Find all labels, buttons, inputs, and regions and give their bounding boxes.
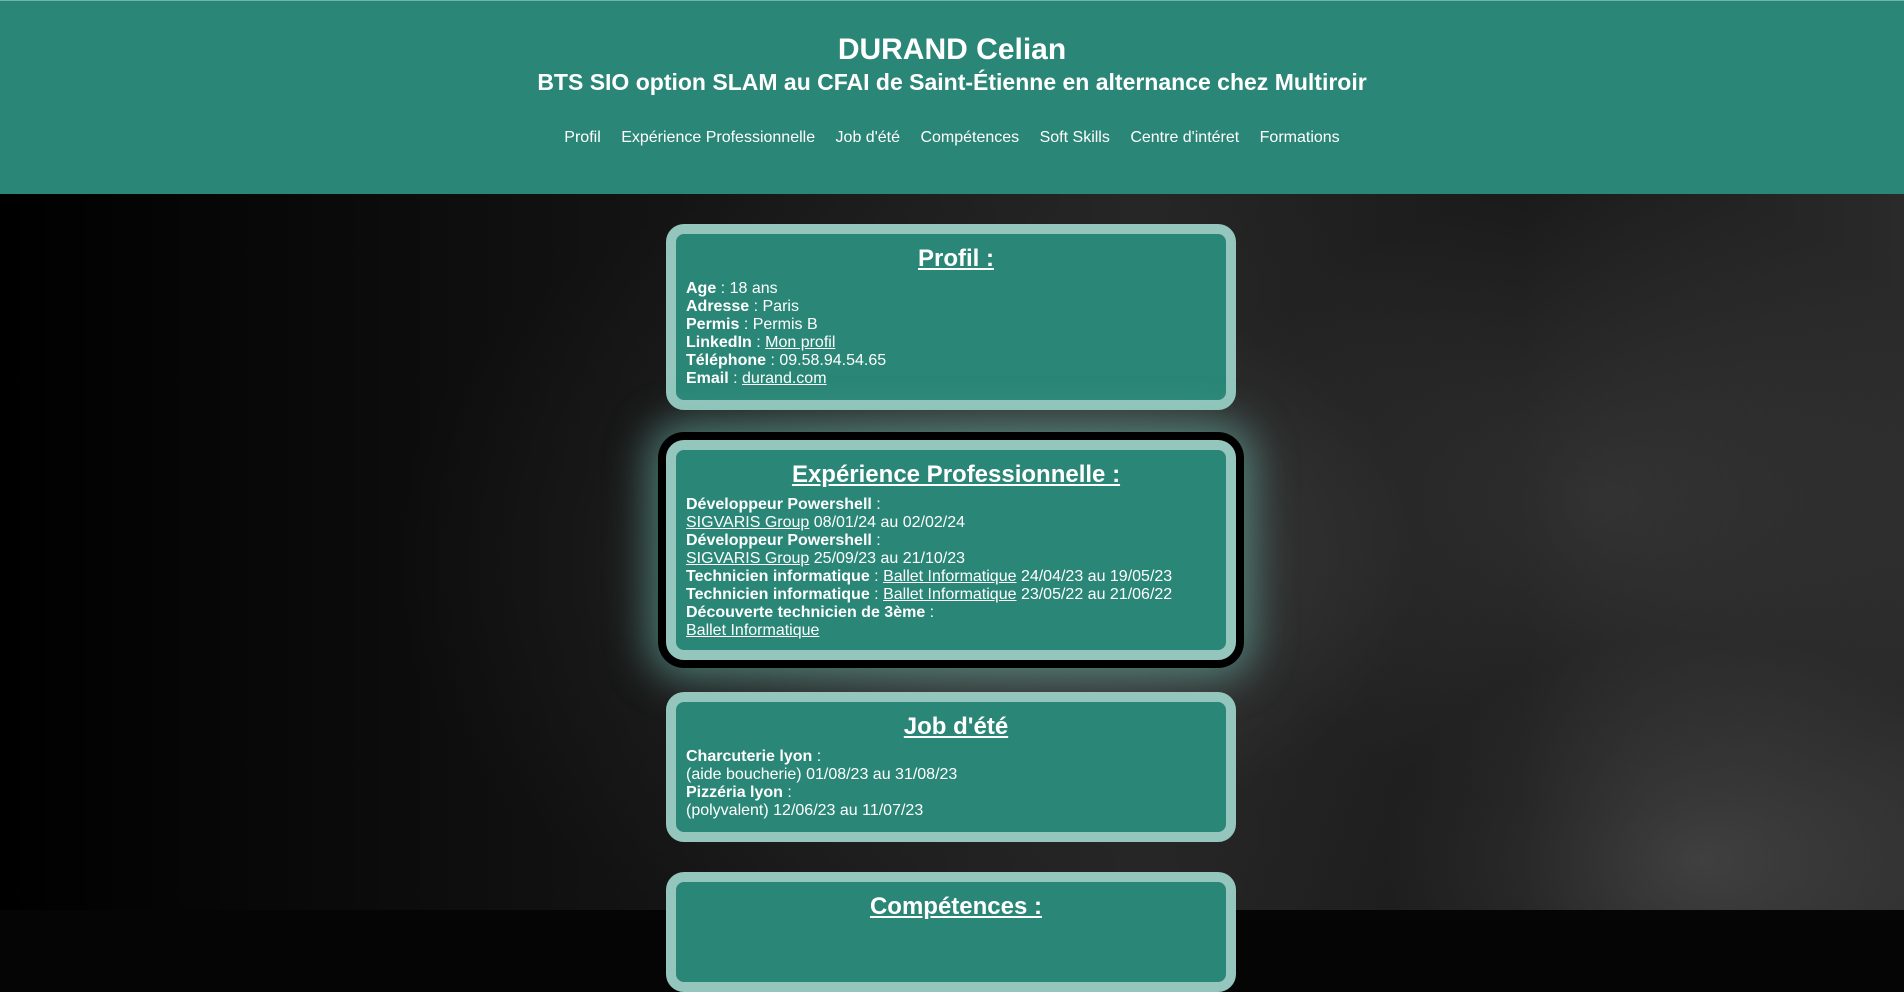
experience-card: Expérience Professionnelle : Développeur… (666, 440, 1236, 660)
adresse-row: Adresse : Paris (686, 298, 799, 315)
experience-dates: 08/01/24 au 02/02/24 (813, 514, 966, 531)
experience-dates: 24/04/23 au 19/05/23 (1020, 568, 1173, 585)
experience-item: Découverte technicien de 3ème : (686, 604, 935, 621)
adresse-label: Adresse (686, 298, 750, 315)
nav-formations[interactable]: Formations (1260, 129, 1340, 146)
competences-title: Compétences : (869, 893, 1043, 920)
linkedin-row: LinkedIn : Mon profil (686, 334, 836, 351)
experience-item: Développeur Powershell : (686, 496, 881, 513)
nav-experience[interactable]: Expérience Professionnelle (621, 129, 815, 146)
experience-item-detail: SIGVARIS Group 08/01/24 au 02/02/24 (686, 514, 1226, 532)
experience-role: Technicien informatique (686, 568, 870, 585)
experience-dates: 25/09/23 au 21/10/23 (813, 550, 966, 567)
age-value: 18 ans (729, 280, 778, 297)
profil-title: Profil : (918, 245, 994, 272)
experience-role: Technicien informatique (686, 586, 870, 603)
experience-item-detail: SIGVARIS Group 25/09/23 au 21/10/23 (686, 550, 1226, 568)
experience-item: Technicien informatique : Ballet Informa… (686, 586, 1173, 603)
experience-role: Découverte technicien de 3ème (686, 604, 926, 621)
telephone-row: Téléphone : 09.58.94.54.65 (686, 352, 887, 369)
job-item: Pizzéria lyon : (686, 784, 792, 801)
job-detail: (aide boucherie) 01/08/23 au 31/08/23 (686, 766, 958, 783)
experience-dates: 23/05/22 au 21/06/22 (1020, 586, 1173, 603)
company-link[interactable]: SIGVARIS Group (686, 514, 809, 531)
experience-title: Expérience Professionnelle : (791, 461, 1121, 488)
experience-item: Technicien informatique : Ballet Informa… (686, 568, 1173, 585)
experience-role: Développeur Powershell (686, 532, 872, 549)
permis-row: Permis : Permis B (686, 316, 818, 333)
nav-profil[interactable]: Profil (564, 129, 600, 146)
person-name: DURAND Celian (837, 33, 1067, 66)
nav-centre-interet[interactable]: Centre d'intéret (1130, 129, 1239, 146)
company-link[interactable]: Ballet Informatique (686, 622, 819, 639)
experience-item-detail: Ballet Informatique (686, 622, 1226, 640)
permis-value: Permis B (752, 316, 818, 333)
permis-label: Permis (686, 316, 740, 333)
experience-item: Développeur Powershell : (686, 532, 881, 549)
email-label: Email (686, 370, 729, 387)
job-title: Job d'été (903, 713, 1009, 740)
nav-soft-skills[interactable]: Soft Skills (1040, 129, 1110, 146)
job-item: Charcuterie lyon : (686, 748, 822, 765)
age-label: Age (686, 280, 717, 297)
job-place: Charcuterie lyon (686, 748, 813, 765)
linkedin-label: LinkedIn (686, 334, 752, 351)
nav-job-ete[interactable]: Job d'été (836, 129, 900, 146)
adresse-value: Paris (762, 298, 799, 315)
main-nav: Profil Expérience Professionnelle Job d'… (0, 129, 1904, 147)
job-detail: (polyvalent) 12/06/23 au 11/07/23 (686, 802, 924, 819)
nav-competences[interactable]: Compétences (920, 129, 1019, 146)
job-card: Job d'été Charcuterie lyon : (aide bouch… (666, 692, 1236, 842)
page-subtitle: BTS SIO option SLAM au CFAI de Saint-Éti… (537, 69, 1367, 95)
company-link[interactable]: SIGVARIS Group (686, 550, 809, 567)
email-row: Email : durand.com (686, 370, 827, 387)
telephone-label: Téléphone (686, 352, 767, 369)
experience-role: Développeur Powershell (686, 496, 872, 513)
job-place: Pizzéria lyon (686, 784, 783, 801)
email-link[interactable]: durand.com (742, 370, 827, 387)
company-link[interactable]: Ballet Informatique (883, 586, 1016, 603)
telephone-value: 09.58.94.54.65 (779, 352, 887, 369)
age-row: Age : 18 ans (686, 280, 778, 297)
competences-card: Compétences : (666, 872, 1236, 992)
profil-card: Profil : Age : 18 ans Adresse : Paris Pe… (666, 224, 1236, 410)
site-header: DURAND Celian BTS SIO option SLAM au CFA… (0, 0, 1904, 194)
linkedin-link[interactable]: Mon profil (765, 334, 835, 351)
company-link[interactable]: Ballet Informatique (883, 568, 1016, 585)
